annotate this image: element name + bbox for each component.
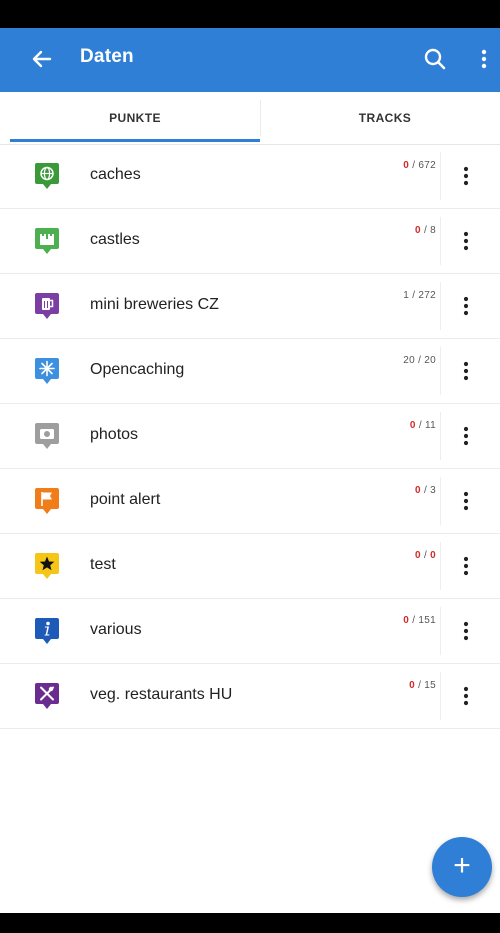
more-vertical-icon[interactable] <box>456 682 476 710</box>
point-count: 0 / 0 <box>415 550 436 561</box>
selected-count: 0 <box>409 680 416 691</box>
navigation-bar <box>0 913 500 933</box>
selected-count: 0 <box>403 615 410 626</box>
total-count: 672 <box>418 160 436 171</box>
search-button[interactable] <box>420 44 450 74</box>
list-item-point-alert[interactable]: point alert 0 / 3 <box>0 469 500 534</box>
list-item-photos[interactable]: photos 0 / 11 <box>0 404 500 469</box>
back-button[interactable] <box>30 44 54 74</box>
app-bar: Daten <box>0 28 500 92</box>
total-count: 272 <box>418 290 436 301</box>
list-item-label: various <box>90 621 142 638</box>
info-pin-icon <box>35 618 59 644</box>
row-divider <box>440 347 441 395</box>
selected-count: 1 <box>403 290 410 301</box>
total-count: 15 <box>424 680 436 691</box>
row-divider <box>440 477 441 525</box>
beer-pin-icon <box>35 293 59 319</box>
point-count: 1 / 272 <box>403 290 436 301</box>
point-count: 0 / 11 <box>409 420 436 431</box>
flag-pin-icon <box>35 488 59 514</box>
total-count: 11 <box>425 420 436 431</box>
list-item-veg-restaurants[interactable]: veg. restaurants HU 0 / 15 <box>0 664 500 729</box>
overflow-menu-button[interactable] <box>474 44 494 74</box>
more-vertical-icon[interactable] <box>456 617 476 645</box>
more-vertical-icon[interactable] <box>456 292 476 320</box>
screen: Daten PUNKTE TRACKS caches 0 / 672 castl… <box>0 0 500 933</box>
more-vertical-icon <box>481 49 487 69</box>
add-icon: + <box>453 849 471 882</box>
arrow-left-icon <box>32 50 52 68</box>
more-vertical-icon[interactable] <box>456 487 476 515</box>
tab-punkte[interactable]: PUNKTE <box>10 92 260 144</box>
list-item-label: Opencaching <box>90 361 185 378</box>
list-item-opencaching[interactable]: Opencaching 20 / 20 <box>0 339 500 404</box>
star-burst-pin-icon <box>35 358 59 384</box>
more-vertical-icon[interactable] <box>456 357 476 385</box>
row-divider <box>440 152 441 200</box>
cutlery-pin-icon <box>35 683 59 709</box>
total-count: 20 <box>424 355 436 366</box>
list-item-label: mini breweries CZ <box>90 296 219 313</box>
point-count: 0 / 3 <box>415 485 436 496</box>
point-count: 0 / 672 <box>403 160 436 171</box>
more-vertical-icon[interactable] <box>456 227 476 255</box>
list-item-label: photos <box>90 426 139 443</box>
row-divider <box>440 217 441 265</box>
list-item-label: point alert <box>90 491 161 508</box>
tab-tracks[interactable]: TRACKS <box>260 92 500 144</box>
category-list: caches 0 / 672 castles 0 / 8 mini brewer… <box>0 144 500 729</box>
point-count: 0 / 151 <box>403 615 436 626</box>
total-count: 151 <box>418 615 436 626</box>
selected-count: 0 <box>415 550 421 561</box>
row-divider <box>440 542 441 590</box>
list-item-castles[interactable]: castles 0 / 8 <box>0 209 500 274</box>
total-count: 3 <box>430 485 436 496</box>
point-count: 20 / 20 <box>403 355 436 366</box>
more-vertical-icon[interactable] <box>456 162 476 190</box>
globe-pin-icon <box>35 163 59 189</box>
status-bar <box>0 0 500 28</box>
list-item-label: caches <box>90 166 141 183</box>
selected-count: 0 <box>415 225 421 236</box>
list-item-test[interactable]: test 0 / 0 <box>0 534 500 599</box>
point-count: 0 / 8 <box>415 225 436 236</box>
row-divider <box>440 412 441 460</box>
camera-pin-icon <box>35 423 59 449</box>
list-item-label: veg. restaurants HU <box>90 686 233 703</box>
point-count: 0 / 15 <box>409 680 436 691</box>
selected-count: 0 <box>415 485 421 496</box>
selected-count: 0 <box>409 420 416 431</box>
selected-count: 20 <box>403 355 416 366</box>
search-icon <box>424 48 446 70</box>
add-button[interactable]: + <box>432 837 492 897</box>
row-divider <box>440 672 441 720</box>
star-pin-icon <box>35 553 59 579</box>
list-item-various[interactable]: various 0 / 151 <box>0 599 500 664</box>
tab-bar: PUNKTE TRACKS <box>0 92 500 145</box>
list-item-label: test <box>90 556 116 573</box>
total-count: 8 <box>430 225 436 236</box>
page-title: Daten <box>80 46 134 67</box>
row-divider <box>440 607 441 655</box>
more-vertical-icon[interactable] <box>456 552 476 580</box>
castle-pin-icon <box>35 228 59 254</box>
row-divider <box>440 282 441 330</box>
total-count: 0 <box>430 550 436 561</box>
more-vertical-icon[interactable] <box>456 422 476 450</box>
list-item-label: castles <box>90 231 140 248</box>
list-item-caches[interactable]: caches 0 / 672 <box>0 144 500 209</box>
selected-count: 0 <box>403 160 410 171</box>
list-item-mini-breweries[interactable]: mini breweries CZ 1 / 272 <box>0 274 500 339</box>
active-tab-indicator <box>10 139 260 142</box>
